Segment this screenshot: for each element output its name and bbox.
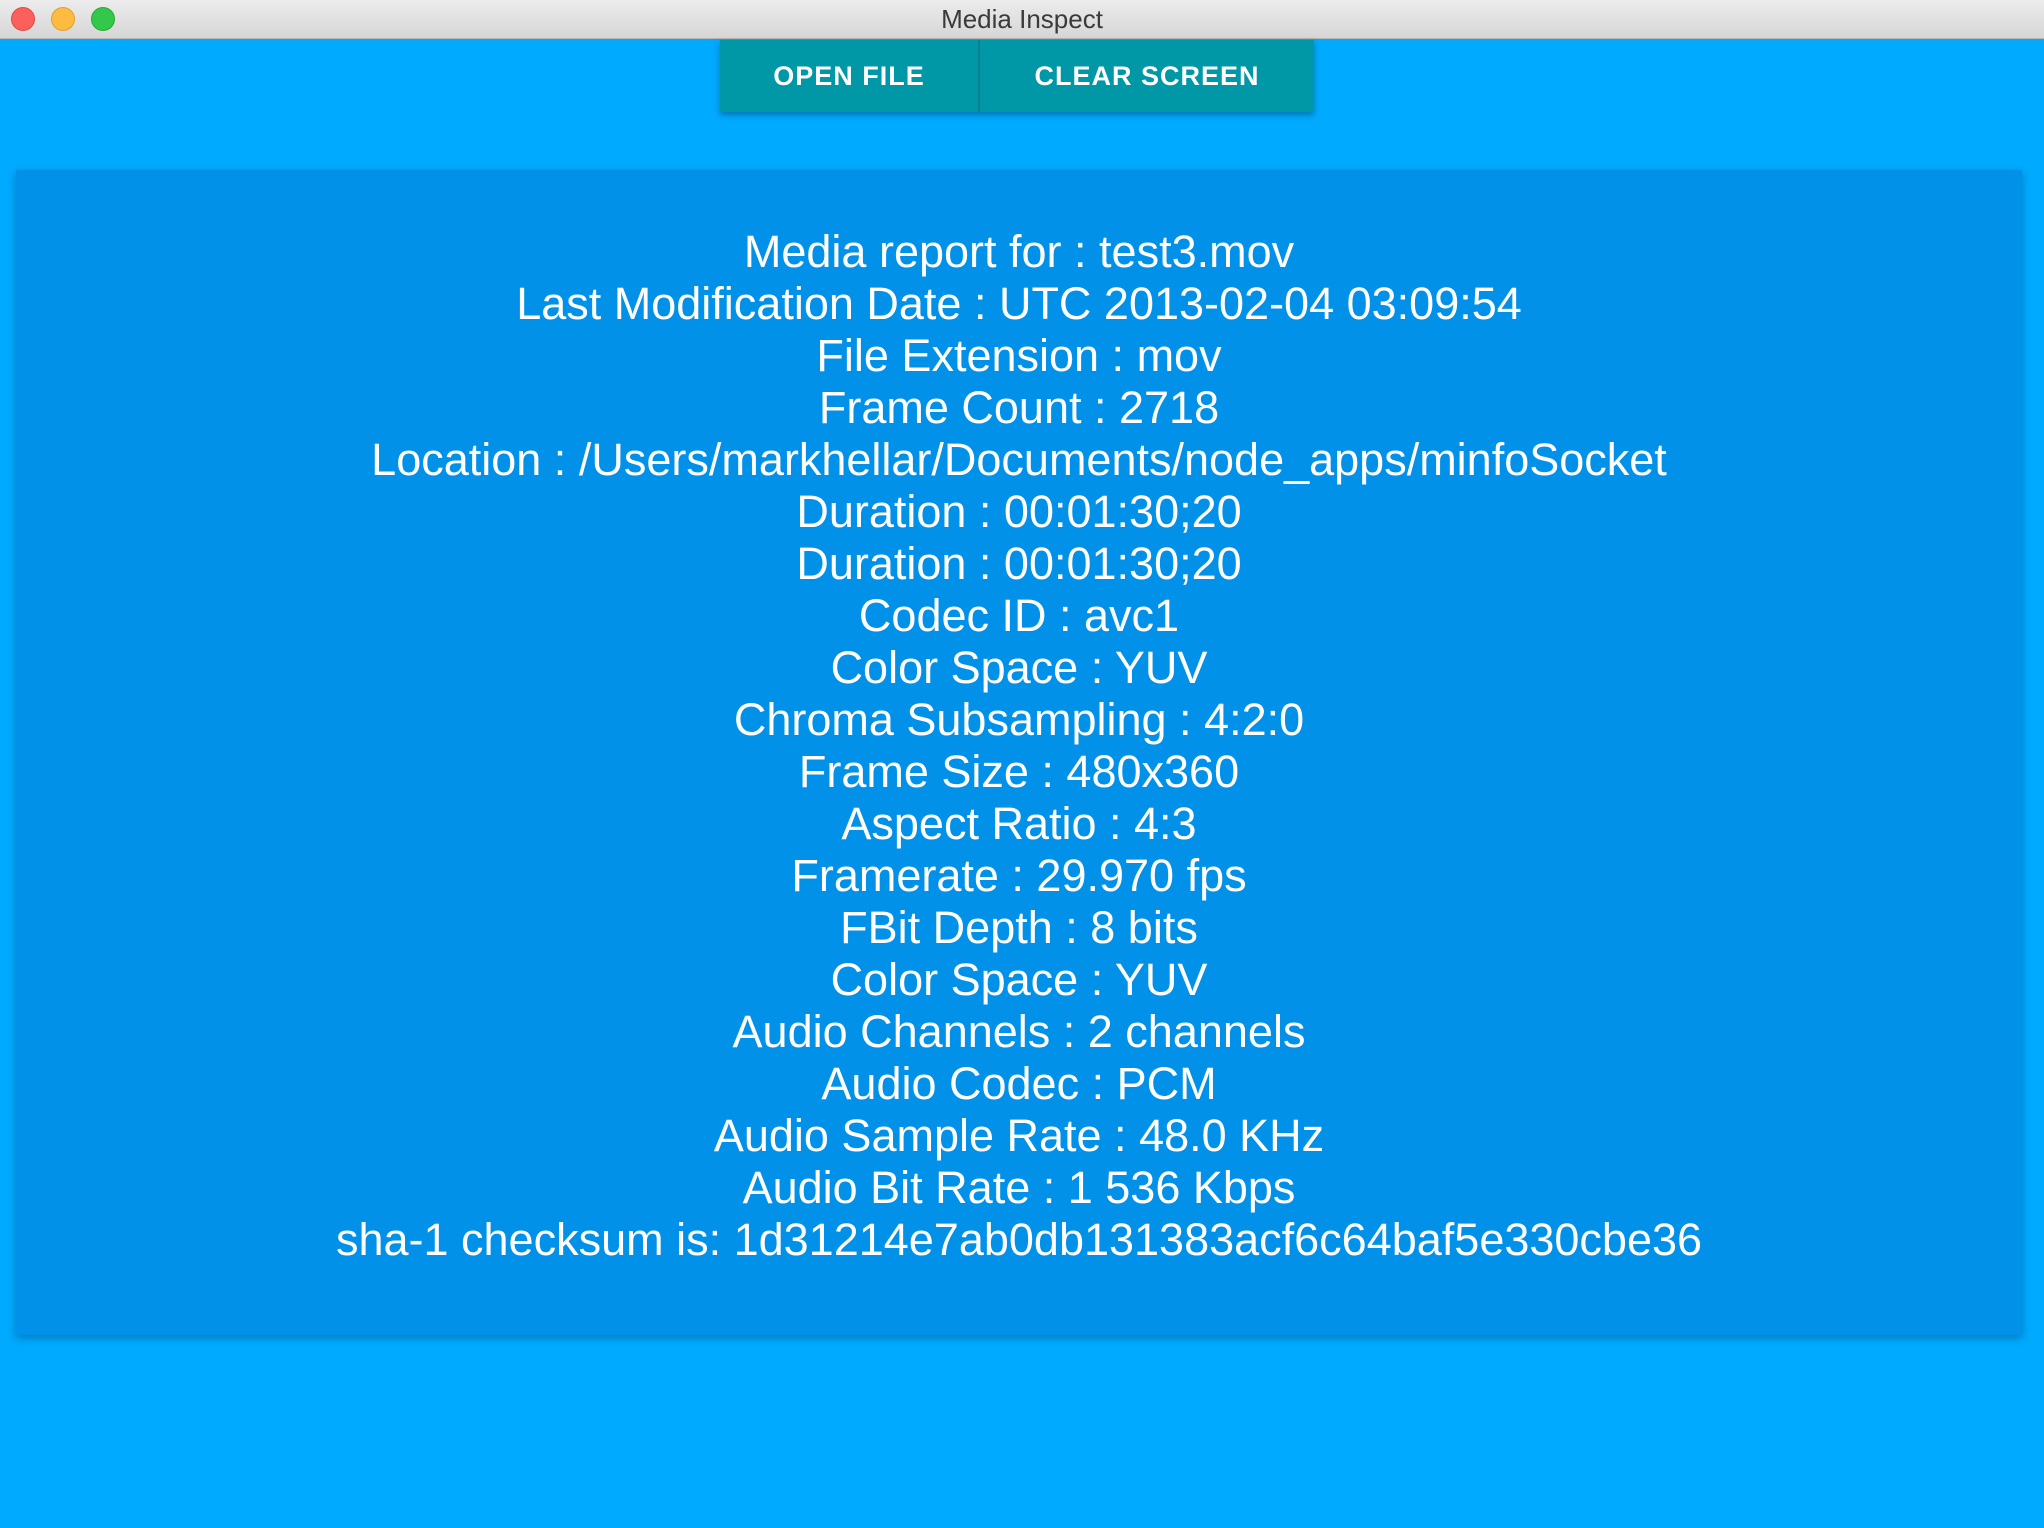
toolbar: OPEN FILE CLEAR SCREEN xyxy=(720,40,1314,112)
report-line-audio-sample-rate: Audio Sample Rate : 48.0 KHz xyxy=(713,1110,1325,1161)
window-titlebar: Media Inspect xyxy=(0,0,2044,39)
clear-screen-button[interactable]: CLEAR SCREEN xyxy=(980,40,1314,112)
report-line-location: Location : /Users/markhellar/Documents/n… xyxy=(371,434,1667,485)
report-line-checksum: sha-1 checksum is: 1d31214e7ab0db131383a… xyxy=(335,1214,1703,1265)
report-line-audio-channels: Audio Channels : 2 channels xyxy=(732,1006,1306,1057)
report-line-color-space: Color Space : YUV xyxy=(830,642,1208,693)
media-report-card: Media report for : test3.mov Last Modifi… xyxy=(16,170,2022,1335)
window-title: Media Inspect xyxy=(941,4,1103,34)
report-line-filename: Media report for : test3.mov xyxy=(743,226,1295,277)
report-line-aspect-ratio: Aspect Ratio : 4:3 xyxy=(841,798,1197,849)
report-line-codec-id: Codec ID : avc1 xyxy=(858,590,1180,641)
report-line-file-extension: File Extension : mov xyxy=(816,330,1222,381)
report-line-color-space-2: Color Space : YUV xyxy=(830,954,1208,1005)
report-line-modification-date: Last Modification Date : UTC 2013-02-04 … xyxy=(516,278,1522,329)
report-line-framerate: Framerate : 29.970 fps xyxy=(791,850,1247,901)
report-line-audio-bit-rate: Audio Bit Rate : 1 536 Kbps xyxy=(742,1162,1296,1213)
report-line-chroma-subsampling: Chroma Subsampling : 4:2:0 xyxy=(733,694,1305,745)
report-line-bit-depth: FBit Depth : 8 bits xyxy=(840,902,1198,953)
report-line-frame-count: Frame Count : 2718 xyxy=(818,382,1220,433)
report-line-audio-codec: Audio Codec : PCM xyxy=(821,1058,1217,1109)
report-line-frame-size: Frame Size : 480x360 xyxy=(798,746,1240,797)
open-file-button[interactable]: OPEN FILE xyxy=(720,40,980,112)
report-line-duration-2: Duration : 00:01:30;20 xyxy=(796,538,1242,589)
report-line-duration: Duration : 00:01:30;20 xyxy=(796,486,1242,537)
